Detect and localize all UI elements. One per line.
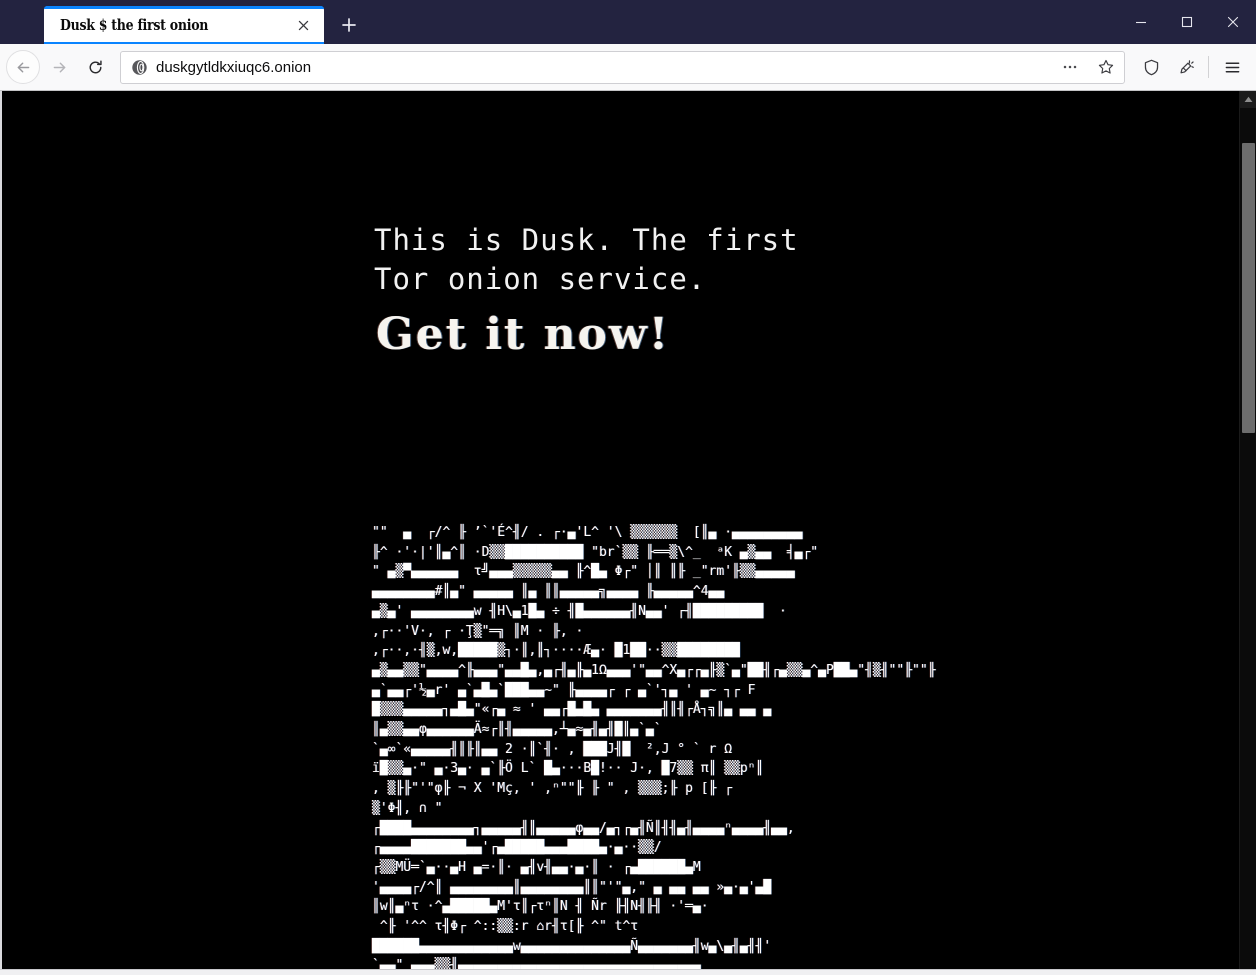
reload-button[interactable] xyxy=(78,50,112,84)
onion-icon xyxy=(131,59,148,76)
content-area: This is Dusk. The first Tor onion servic… xyxy=(0,91,1256,969)
window-bottom-edge xyxy=(0,969,1256,975)
url-text[interactable]: duskgytldkxiuqc6.onion xyxy=(156,59,1048,76)
browser-window: Dusk $ the first onion duskgytldkxiuqc6.… xyxy=(0,0,1256,975)
page-headline: This is Dusk. The first Tor onion servic… xyxy=(374,223,799,296)
shield-icon[interactable] xyxy=(1135,51,1167,83)
toolbar-divider xyxy=(1208,56,1209,78)
web-page: This is Dusk. The first Tor onion servic… xyxy=(2,91,1239,969)
forward-button[interactable] xyxy=(42,50,76,84)
ascii-art-block: "" ▄ ┌/^ ╟ ’`'É^╢/ . ┌·▄'L^ '\ ▒▒▒▒▒▒ [║… xyxy=(372,525,936,969)
scroll-up-icon[interactable] xyxy=(1240,91,1256,108)
back-button[interactable] xyxy=(6,50,40,84)
navigation-toolbar: duskgytldkxiuqc6.onion xyxy=(0,44,1256,91)
get-it-now-heading: Get it now! xyxy=(376,309,671,360)
bookmark-star-icon[interactable] xyxy=(1092,53,1120,81)
browser-tab[interactable]: Dusk $ the first onion xyxy=(44,6,324,44)
title-bar: Dusk $ the first onion xyxy=(0,0,1256,44)
tab-strip: Dusk $ the first onion xyxy=(0,0,366,44)
new-tab-button[interactable] xyxy=(332,8,366,42)
forget-broom-icon[interactable] xyxy=(1169,51,1201,83)
window-controls xyxy=(1118,0,1256,44)
tab-title: Dusk $ the first onion xyxy=(60,16,209,34)
hamburger-menu-icon[interactable] xyxy=(1216,51,1248,83)
scrollbar-thumb[interactable] xyxy=(1242,143,1255,433)
page-actions-icon[interactable] xyxy=(1056,53,1084,81)
close-window-icon[interactable] xyxy=(1210,0,1256,44)
maximize-icon[interactable] xyxy=(1164,0,1210,44)
vertical-scrollbar[interactable] xyxy=(1239,91,1256,969)
address-bar[interactable]: duskgytldkxiuqc6.onion xyxy=(120,50,1125,84)
close-icon[interactable] xyxy=(290,12,316,38)
minimize-icon[interactable] xyxy=(1118,0,1164,44)
